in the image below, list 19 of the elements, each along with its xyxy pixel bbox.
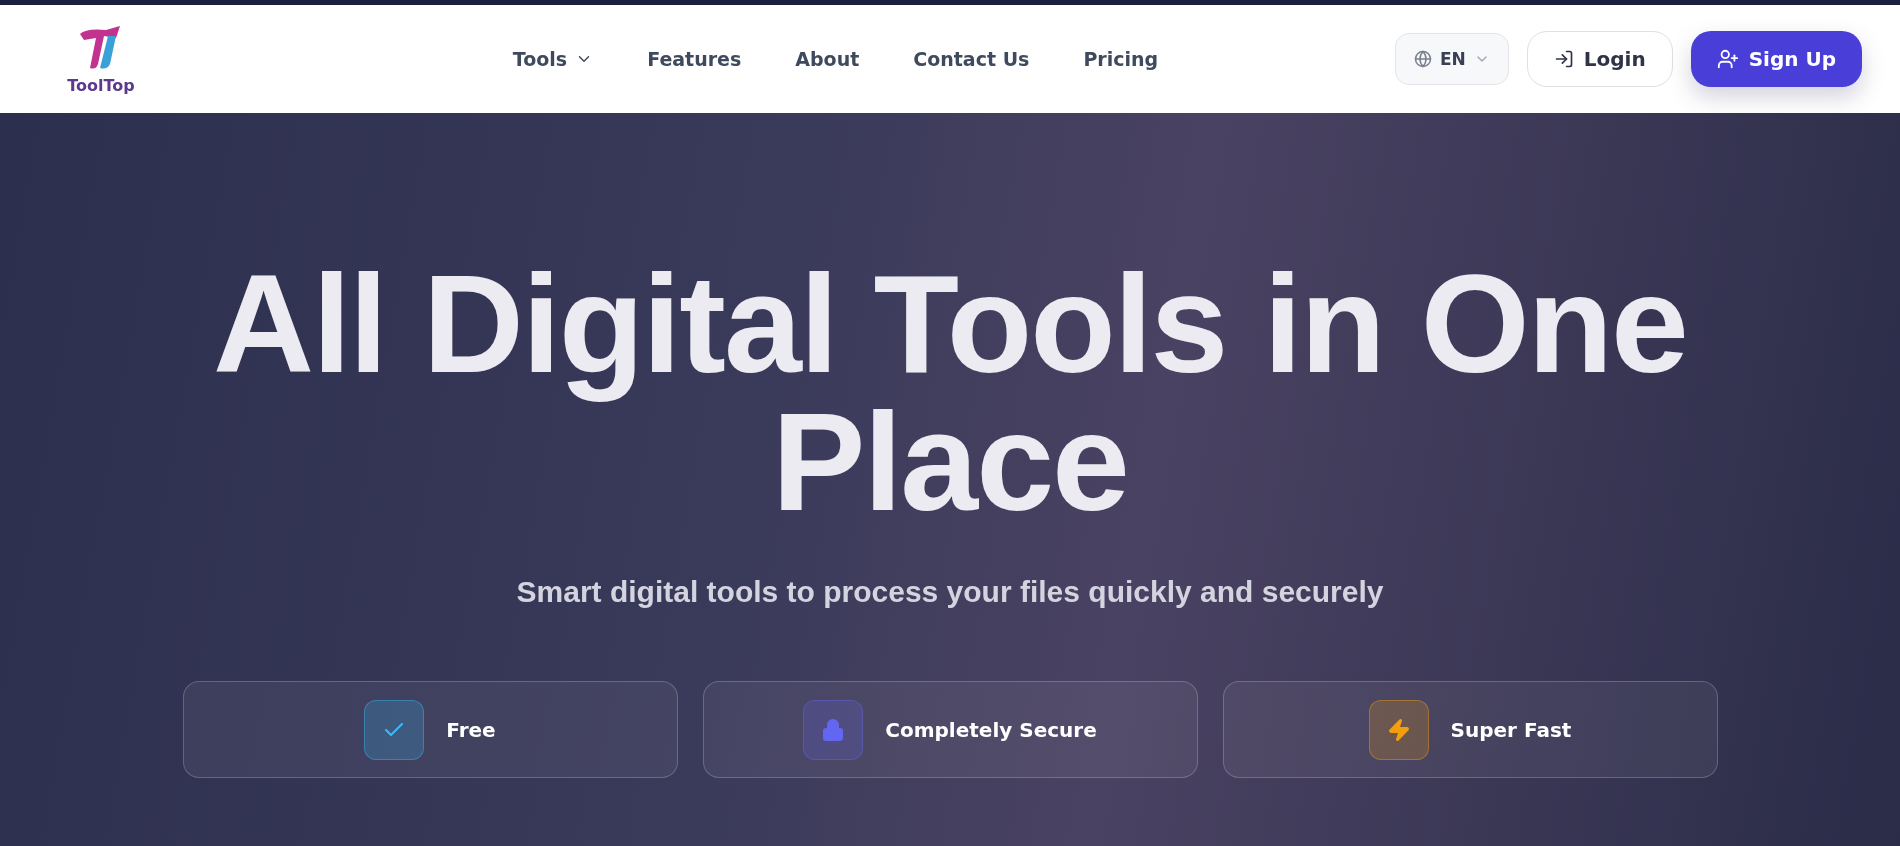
bolt-icon (1386, 717, 1411, 742)
nav-link[interactable]: Tools (512, 48, 594, 70)
login-button[interactable]: Login (1526, 31, 1673, 87)
hero-subtitle: Smart digital tools to process your files quickly and securely (516, 575, 1384, 609)
language-selector[interactable]: EN (1394, 33, 1509, 85)
lock-icon (821, 717, 846, 742)
feature-label: Super Fast (1450, 717, 1572, 742)
feature-label: Free (446, 717, 496, 742)
logo-text[interactable]: ToolTop (67, 75, 135, 95)
nav-link[interactable]: About (795, 48, 860, 70)
nav-link[interactable]: Features (647, 48, 742, 70)
hero-title: All Digital Tools in One Place (212, 255, 1688, 531)
login-icon (1553, 49, 1574, 69)
feature-label: Completely Secure (885, 717, 1097, 742)
signup-button[interactable]: Sign Up (1690, 31, 1862, 87)
user-plus-icon (1716, 48, 1739, 70)
nav-link[interactable]: Contact Us (913, 48, 1030, 70)
globe-icon (1413, 50, 1432, 68)
nav-link[interactable]: Pricing (1083, 48, 1159, 70)
